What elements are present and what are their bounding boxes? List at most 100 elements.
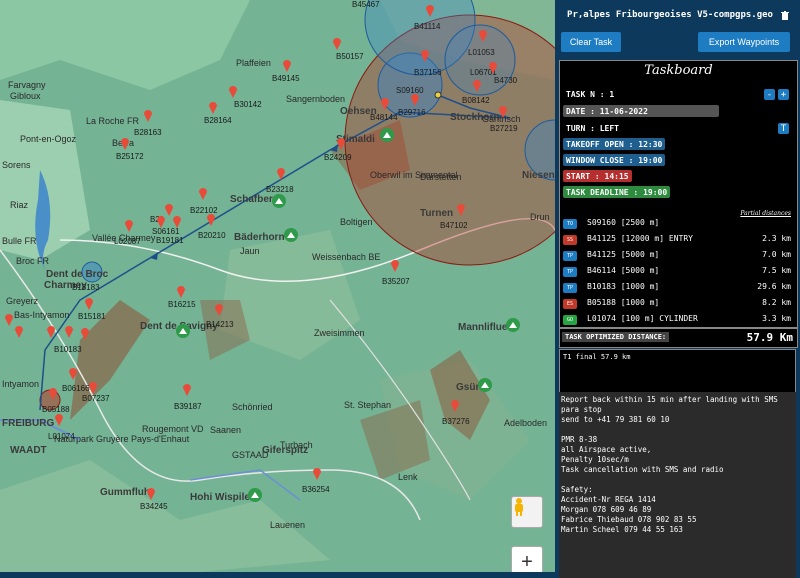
turn-toggle-button[interactable]: T bbox=[778, 123, 789, 134]
waypoint-pin[interactable] bbox=[198, 186, 208, 200]
place-label: Boltigen bbox=[340, 217, 373, 227]
decrement-task-button[interactable]: - bbox=[764, 89, 775, 100]
place-label: Turbach bbox=[280, 440, 313, 450]
zoom-in-button[interactable]: + bbox=[511, 546, 543, 572]
waypoint-pin[interactable] bbox=[206, 212, 216, 226]
waypoint-label: B35207 bbox=[382, 277, 410, 286]
place-label: Därstetten bbox=[420, 172, 462, 182]
waypoint-label: B23218 bbox=[266, 185, 294, 194]
turnpoint-distance: 7.0 km bbox=[762, 250, 791, 259]
optimized-distance-label: TASK OPTIMIZED DISTANCE: bbox=[562, 332, 670, 342]
waypoint-pin[interactable] bbox=[172, 214, 182, 228]
waypoint-pin[interactable] bbox=[84, 296, 94, 310]
waypoint-pin[interactable] bbox=[488, 60, 498, 74]
waypoint-pin[interactable] bbox=[472, 78, 482, 92]
place-label: Broc FR bbox=[16, 256, 50, 266]
turnpoint-distance: 29.6 km bbox=[757, 282, 791, 291]
place-label: Farvagny bbox=[8, 80, 46, 90]
place-label: Mannlifluе bbox=[458, 322, 508, 333]
waypoint-label: B45467 bbox=[352, 0, 380, 9]
waypoint-label: B47102 bbox=[440, 221, 468, 230]
task-turn: TURN : LEFT bbox=[566, 123, 619, 133]
info-line: Martin Scheel 079 44 55 163 bbox=[561, 525, 683, 534]
waypoint-pin[interactable] bbox=[478, 28, 488, 42]
place-label: Niesen bbox=[522, 170, 555, 181]
info-line: PMR 8-38 bbox=[561, 435, 598, 444]
file-name: Pr,alpes Fribourgeoises V5-compgps.geo bbox=[567, 10, 773, 20]
waypoint-pin[interactable] bbox=[456, 202, 466, 216]
place-label: Intyamon bbox=[2, 379, 40, 389]
turnpoint-row: TP B46114 [5000 m] 7.5 km bbox=[563, 265, 793, 279]
turnpoint-name: B46114 [5000 m] bbox=[587, 266, 660, 275]
waypoint-pin[interactable] bbox=[214, 302, 224, 316]
waypoint-pin[interactable] bbox=[46, 324, 56, 338]
waypoint-pin[interactable] bbox=[124, 218, 134, 232]
waypoint-pin[interactable] bbox=[143, 108, 153, 122]
waypoint-label: L01053 bbox=[468, 48, 495, 57]
waypoint-pin[interactable] bbox=[420, 48, 430, 62]
place-label: FREIBURG bbox=[2, 418, 55, 429]
turnpoint-distance: 7.5 km bbox=[762, 266, 791, 275]
turnpoint-row: ES B05188 [1000 m] 8.2 km bbox=[563, 297, 793, 311]
waypoint-pin[interactable] bbox=[390, 258, 400, 272]
waypoint-pin[interactable] bbox=[54, 412, 64, 426]
optimized-distance-bar: TASK OPTIMIZED DISTANCE: 57.9 Km bbox=[559, 328, 798, 348]
increment-task-button[interactable]: + bbox=[778, 89, 789, 100]
waypoint-label: B24209 bbox=[324, 153, 352, 162]
waypoint-pin[interactable] bbox=[228, 84, 238, 98]
place-label: St. Stephan bbox=[344, 400, 392, 410]
place-label: Jaun bbox=[240, 246, 260, 256]
waypoint-pin[interactable] bbox=[4, 312, 14, 326]
task-number: TASK N : 1 bbox=[566, 89, 615, 99]
takeoff-open: TAKEOFF OPEN : 12:30 bbox=[563, 138, 666, 150]
start-time: START : 14:15 bbox=[563, 170, 632, 182]
waypoint-pin[interactable] bbox=[182, 382, 192, 396]
waypoint-pin[interactable] bbox=[176, 284, 186, 298]
waypoint-pin[interactable] bbox=[48, 386, 58, 400]
waypoint-label: B14213 bbox=[206, 320, 234, 329]
taskboard: Taskboard TASK N : 1 - + DATE : 11-06-20… bbox=[559, 60, 798, 328]
export-waypoints-button[interactable]: Export Waypoints bbox=[698, 32, 790, 52]
info-line: all Airspace active, bbox=[561, 445, 652, 454]
place-label: Saanen bbox=[210, 425, 242, 435]
waypoint-pin[interactable] bbox=[120, 136, 130, 150]
trash-icon[interactable] bbox=[780, 10, 789, 20]
waypoint-label: B39187 bbox=[174, 402, 202, 411]
pegman-icon[interactable] bbox=[511, 496, 543, 528]
waypoint-pin[interactable] bbox=[282, 58, 292, 72]
waypoint-pin[interactable] bbox=[450, 398, 460, 412]
waypoint-pin[interactable] bbox=[410, 92, 420, 106]
turnpoint-name: B05188 [1000 m] bbox=[587, 298, 660, 307]
waypoint-pin[interactable] bbox=[312, 466, 322, 480]
mountain-icon bbox=[284, 228, 298, 242]
turnpoint-distance: 2.3 km bbox=[762, 234, 791, 243]
waypoint-pin[interactable] bbox=[498, 104, 508, 118]
waypoint-pin[interactable] bbox=[336, 136, 346, 150]
waypoint-label: B36254 bbox=[302, 485, 330, 494]
waypoint-label: B27219 bbox=[490, 124, 518, 133]
turnpoint-type-badge: SS bbox=[563, 235, 577, 245]
waypoint-pin[interactable] bbox=[156, 214, 166, 228]
waypoint-pin[interactable] bbox=[80, 326, 90, 340]
waypoint-pin[interactable] bbox=[88, 380, 98, 394]
waypoint-pin[interactable] bbox=[208, 100, 218, 114]
info-line: Fabrice Thiebaud 078 902 83 55 bbox=[561, 515, 697, 524]
place-label: Gummfluh bbox=[100, 487, 150, 498]
turnpoint-row: TO S09160 [2500 m] bbox=[563, 217, 793, 231]
info-line: Morgan 078 609 46 89 bbox=[561, 505, 652, 514]
map-view[interactable]: Farvagny Gibloux La Roche FR Pont-en-Ogo… bbox=[0, 0, 555, 572]
waypoint-pin[interactable] bbox=[276, 166, 286, 180]
waypoint-label: B10183 bbox=[54, 345, 82, 354]
waypoint-pin[interactable] bbox=[425, 3, 435, 17]
waypoint-pin[interactable] bbox=[380, 96, 390, 110]
waypoint-pin[interactable] bbox=[332, 36, 342, 50]
clear-task-button[interactable]: Clear Task bbox=[561, 32, 621, 52]
waypoint-pin[interactable] bbox=[68, 366, 78, 380]
turnpoint-row: GO L01074 [100 m] CYLINDER 3.3 km bbox=[563, 313, 793, 327]
task-notes-textarea[interactable]: T1 final 57.9 km bbox=[559, 349, 796, 393]
place-label: La Roche FR bbox=[86, 116, 140, 126]
place-label: Bäderhorn bbox=[234, 232, 285, 243]
waypoint-pin[interactable] bbox=[64, 324, 74, 338]
waypoint-pin[interactable] bbox=[146, 486, 156, 500]
waypoint-pin[interactable] bbox=[14, 324, 24, 338]
